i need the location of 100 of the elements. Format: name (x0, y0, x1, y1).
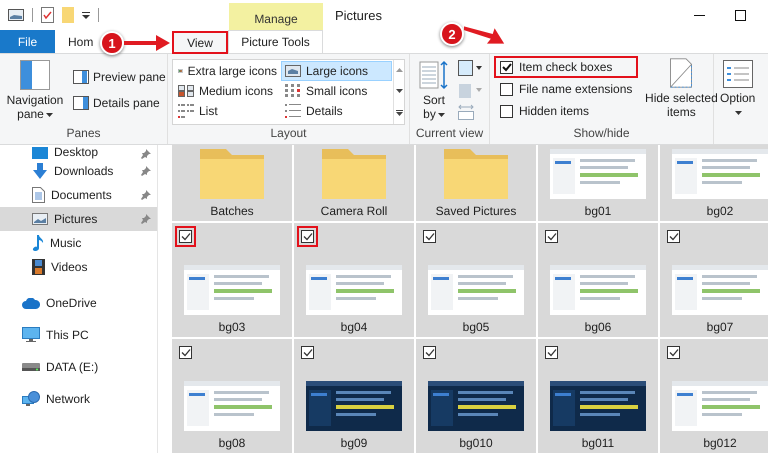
item-checkbox[interactable] (297, 226, 318, 247)
pane-icon (73, 96, 89, 110)
file-tile[interactable]: bg06 (538, 223, 658, 337)
list-icon (178, 104, 194, 118)
ribbon-tab[interactable]: Picture Tools (228, 30, 323, 53)
picture-icon (32, 213, 48, 225)
folder-icon (322, 149, 386, 199)
checkmark-icon (668, 232, 678, 241)
file-name: Camera Roll (320, 204, 388, 218)
layout-option[interactable]: List (174, 101, 281, 121)
nav-item[interactable]: Documents (0, 183, 157, 207)
file-tile[interactable]: bg09 (294, 339, 414, 453)
nav-item[interactable]: Desktop (0, 145, 157, 159)
film-icon (32, 259, 45, 275)
dropdown-icon[interactable] (82, 12, 90, 18)
file-tile[interactable]: bg04 (294, 223, 414, 337)
desktop-icon (32, 147, 48, 159)
file-name: Batches (210, 204, 254, 218)
file-tile[interactable]: Batches (172, 145, 292, 221)
checklist-icon[interactable] (41, 7, 54, 23)
file-tile[interactable]: bg010 (416, 339, 536, 453)
navigation-pane-icon (20, 60, 50, 90)
window-title: Pictures (334, 6, 383, 24)
nav-item[interactable]: Downloads (0, 159, 157, 183)
picture-icon (285, 65, 301, 77)
file-name: bg09 (340, 436, 368, 450)
network-icon (22, 391, 40, 407)
item-checkbox[interactable] (175, 226, 196, 247)
checkmark-icon (302, 232, 312, 241)
nav-item[interactable]: Music (0, 231, 157, 255)
checkmark-icon (668, 348, 678, 357)
hidden-page-icon (670, 58, 692, 88)
navigation-pane-button[interactable]: Navigation pane (4, 58, 66, 123)
layout-option[interactable]: Large icons (281, 61, 392, 81)
scroll-down-icon[interactable] (396, 88, 402, 93)
scroll-up-icon[interactable] (396, 68, 402, 72)
step-badge: 2 (440, 22, 464, 46)
pane-button[interactable]: Details pane (70, 94, 169, 112)
small-icons-icon (285, 84, 301, 98)
layout-option[interactable]: Details (281, 101, 392, 121)
caret-icon (735, 110, 742, 115)
layout-option[interactable]: Extra large icons (174, 61, 281, 81)
file-tile[interactable]: bg08 (172, 339, 292, 453)
options-button[interactable]: Option (718, 58, 758, 121)
pane-button[interactable]: Preview pane (70, 68, 169, 86)
file-tile[interactable]: bg012 (660, 339, 768, 453)
hide-selected-items-button[interactable]: Hide selected items (642, 56, 720, 121)
file-name: bg010 (459, 436, 493, 450)
checkmark-icon (502, 62, 512, 72)
checkmark-icon (180, 232, 190, 241)
folder-icon (444, 149, 508, 199)
file-tile[interactable]: bg02 (660, 145, 768, 221)
picture-icon[interactable] (8, 9, 24, 21)
file-tile[interactable]: Camera Roll (294, 145, 414, 221)
nav-item[interactable]: Network (0, 383, 157, 415)
file-name: bg01 (584, 204, 612, 218)
file-tile[interactable]: bg07 (660, 223, 768, 337)
folder-icon (200, 149, 264, 199)
group-by-icon[interactable] (458, 60, 482, 76)
checklist-icon (722, 60, 753, 88)
file-tile[interactable]: bg01 (538, 145, 658, 221)
file-name: bg06 (584, 320, 612, 334)
file-name: bg07 (706, 320, 734, 334)
file-name: bg02 (706, 204, 734, 218)
nav-item[interactable]: Videos (0, 255, 157, 279)
checkbox[interactable]: Item check boxes (494, 56, 638, 78)
file-name: bg05 (462, 320, 490, 334)
ribbon-tab[interactable]: View (172, 31, 228, 54)
checkmark-icon (424, 348, 434, 357)
file-name: bg08 (218, 436, 246, 450)
checkbox[interactable]: File name extensions (494, 78, 638, 100)
nav-item[interactable]: OneDrive (0, 287, 157, 319)
file-name: bg011 (582, 436, 614, 450)
caret-icon (438, 112, 445, 117)
more-icon[interactable] (396, 110, 402, 116)
ribbon-tab[interactable]: File (0, 30, 55, 53)
monitor-icon (22, 327, 40, 343)
checkmark-icon (302, 348, 312, 357)
drive-icon (22, 363, 40, 371)
checkmark-icon (424, 232, 434, 241)
nav-item[interactable]: Pictures (0, 207, 157, 231)
file-name: bg012 (703, 436, 737, 450)
layout-option[interactable]: Small icons (281, 81, 392, 101)
file-name: bg03 (218, 320, 246, 334)
caret-icon (46, 112, 53, 117)
download-arrow-icon (32, 163, 48, 179)
layout-option[interactable]: Medium icons (174, 81, 281, 101)
maximize-icon[interactable] (735, 10, 746, 21)
checkmark-icon (180, 348, 190, 357)
nav-item[interactable]: DATA (E:) (0, 351, 157, 383)
file-tile[interactable]: bg011 (538, 339, 658, 453)
sort-by-button[interactable]: Sort by (414, 58, 454, 123)
file-tile[interactable]: Saved Pictures (416, 145, 536, 221)
file-tile[interactable]: bg05 (416, 223, 536, 337)
file-name: Saved Pictures (436, 204, 516, 218)
file-name: bg04 (340, 320, 368, 334)
file-tile[interactable]: bg03 (172, 223, 292, 337)
checkbox[interactable]: Hidden items (494, 100, 638, 122)
nav-item[interactable]: This PC (0, 319, 157, 351)
music-note-icon (32, 235, 44, 251)
